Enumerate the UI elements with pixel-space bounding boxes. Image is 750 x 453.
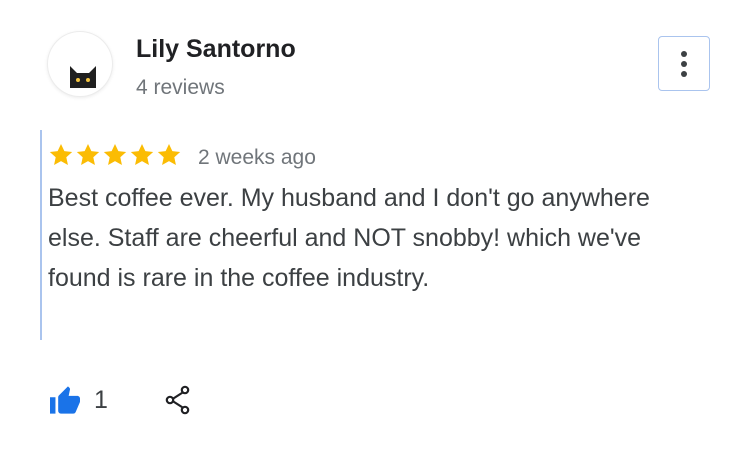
focus-indicator xyxy=(40,130,42,340)
cat-icon xyxy=(70,66,96,88)
star-rating xyxy=(48,140,182,170)
review-count: 4 reviews xyxy=(136,76,225,99)
avatar[interactable] xyxy=(48,32,112,96)
author-name[interactable]: Lily Santorno xyxy=(136,34,296,64)
review-card: Lily Santorno 4 reviews 2 weeks ago Best… xyxy=(0,0,750,453)
star-icon xyxy=(130,143,154,165)
thumbs-up-icon xyxy=(50,386,80,414)
star-icon xyxy=(157,143,181,165)
star-icon xyxy=(76,143,100,165)
like-count: 1 xyxy=(94,386,108,414)
review-date: 2 weeks ago xyxy=(198,146,316,169)
more-options-button[interactable] xyxy=(658,36,710,91)
share-button[interactable] xyxy=(162,384,194,416)
share-icon xyxy=(165,385,190,415)
review-text: Best coffee ever. My husband and I don't… xyxy=(48,184,650,292)
star-icon xyxy=(103,143,127,165)
star-icon xyxy=(49,143,73,165)
more-vert-icon xyxy=(681,51,687,57)
like-button[interactable]: 1 xyxy=(48,384,108,416)
